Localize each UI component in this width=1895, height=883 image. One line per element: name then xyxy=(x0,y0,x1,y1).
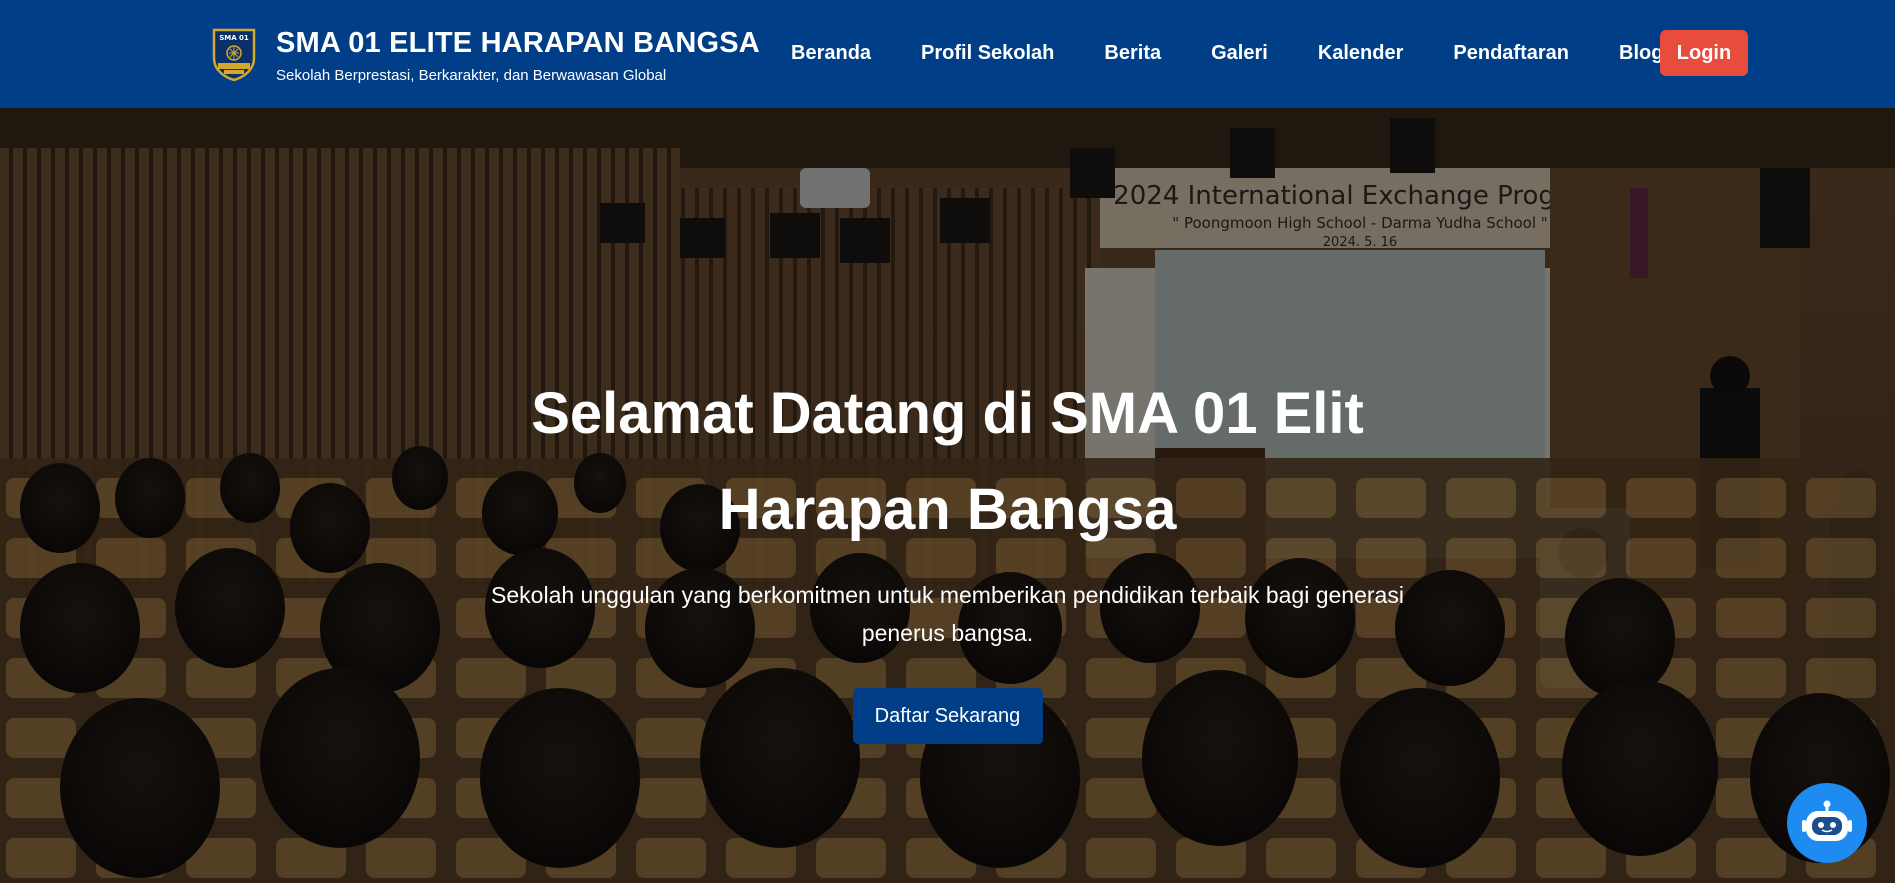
nav-profil-sekolah[interactable]: Profil Sekolah xyxy=(921,42,1054,65)
robot-chat-icon xyxy=(1802,800,1852,841)
chatbot-button[interactable] xyxy=(1787,783,1867,863)
nav-pendaftaran[interactable]: Pendaftaran xyxy=(1453,42,1569,65)
nav-blog[interactable]: Blog xyxy=(1619,42,1663,65)
hero-subtitle: Sekolah unggulan yang berkomitmen untuk … xyxy=(491,582,1404,646)
svg-text:SMA 01: SMA 01 xyxy=(219,34,249,42)
school-tagline: Sekolah Berprestasi, Berkarakter, dan Be… xyxy=(276,67,667,84)
nav-beranda[interactable]: Beranda xyxy=(791,42,871,65)
school-crest-icon: SMA 01 xyxy=(212,28,256,82)
top-navbar: SMA 01 SMA 01 ELITE HARAPAN BANGSA Sekol… xyxy=(0,0,1895,108)
login-button[interactable]: Login xyxy=(1660,30,1748,76)
hero-content: Selamat Datang di SMA 01 Elit Harapan Ba… xyxy=(0,366,1895,744)
school-name: SMA 01 ELITE HARAPAN BANGSA xyxy=(276,27,760,59)
main-nav: Beranda Profil Sekolah Berita Galeri Kal… xyxy=(791,30,1713,76)
hero-section: 2024 International Exchange Program " Po… xyxy=(0,108,1895,883)
nav-berita[interactable]: Berita xyxy=(1104,42,1161,65)
daftar-sekarang-button[interactable]: Daftar Sekarang xyxy=(852,688,1043,744)
brand-text: SMA 01 ELITE HARAPAN BANGSA Sekolah Berp… xyxy=(276,26,760,86)
brand[interactable]: SMA 01 SMA 01 ELITE HARAPAN BANGSA Sekol… xyxy=(210,26,760,86)
nav-galeri[interactable]: Galeri xyxy=(1211,42,1268,65)
hero-title: Selamat Datang di SMA 01 Elit Harapan Ba… xyxy=(531,381,1364,542)
nav-kalender[interactable]: Kalender xyxy=(1318,42,1404,65)
